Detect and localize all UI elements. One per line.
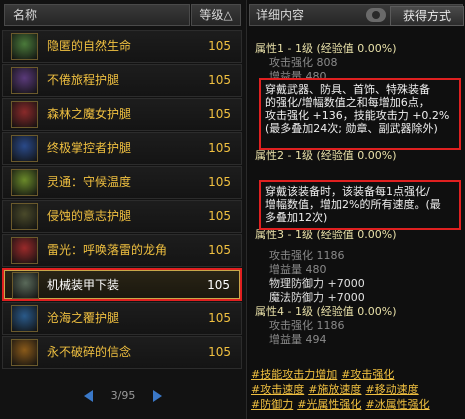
effect-text-line: 多叠加12次) bbox=[265, 211, 328, 224]
tag-link[interactable]: #施放速度 bbox=[308, 383, 361, 396]
effect-text-line: 攻击强化 +136，技能攻击力 +0.2% bbox=[265, 109, 450, 122]
item-list-panel: 名称 等级△ 隐匿的自然生命 105 不倦旅程护腿 105 森林之魔女护腿 105 终极掌控… bbox=[0, 0, 247, 419]
red-armor-icon bbox=[11, 101, 38, 128]
column-header-level[interactable]: 等级△ bbox=[191, 4, 241, 26]
effect-text-line: 增幅数值，增加2%的所有速度。(最 bbox=[265, 198, 441, 211]
blue-leg-icon bbox=[11, 305, 38, 332]
item-level: 105 bbox=[208, 39, 231, 53]
item-level: 105 bbox=[208, 209, 231, 223]
tag-row: #技能攻击力增加 #攻击强化 bbox=[251, 367, 463, 382]
item-level: 105 bbox=[208, 243, 231, 257]
list-item[interactable]: 灵通：守候温度 105 bbox=[2, 166, 242, 199]
dark-armor-icon bbox=[11, 203, 38, 230]
item-level: 105 bbox=[208, 73, 231, 87]
tag-row: #防御力 #光属性强化 #冰属性强化 bbox=[251, 397, 463, 412]
item-name: 终极掌控者护腿 bbox=[47, 141, 132, 155]
item-level: 105 bbox=[208, 175, 231, 189]
tag-link[interactable]: #冰属性强化 bbox=[365, 398, 429, 411]
green-armor-icon bbox=[11, 33, 38, 60]
orange-armor-icon bbox=[11, 339, 38, 366]
acquire-method-button[interactable]: 获得方式 bbox=[390, 6, 464, 26]
pager: 3/95 bbox=[0, 384, 246, 408]
red-horn-icon bbox=[11, 237, 38, 264]
attribute-line: 攻击强化 808 bbox=[269, 56, 338, 69]
list-item[interactable]: 沧海之覆护腿 105 bbox=[2, 302, 242, 335]
list-item[interactable]: 永不破碎的信念 105 bbox=[2, 336, 242, 369]
item-name: 沧海之覆护腿 bbox=[47, 311, 120, 325]
attribute-line: 物理防御力 +7000 bbox=[269, 277, 365, 290]
list-item[interactable]: 隐匿的自然生命 105 bbox=[2, 30, 242, 63]
detail-title: 详细内容 bbox=[256, 8, 305, 22]
list-item[interactable]: 机械装甲下装 105 bbox=[2, 268, 242, 301]
tag-link[interactable]: #移动速度 bbox=[365, 383, 418, 396]
item-name: 机械装甲下装 bbox=[47, 278, 120, 292]
attribute-line: 增益量 494 bbox=[269, 333, 327, 346]
item-list: 隐匿的自然生命 105 不倦旅程护腿 105 森林之魔女护腿 105 终极掌控者护腿 105 灵… bbox=[2, 30, 242, 370]
detail-panel: 详细内容 获得方式 攻击强化 1186属性3 - 1级 (经验值 0.00%)增… bbox=[249, 0, 465, 419]
item-name: 森林之魔女护腿 bbox=[47, 107, 132, 121]
list-item[interactable]: 雷光：呼唤落雷的龙角 105 bbox=[2, 234, 242, 267]
attribute-line: 增益量 480 bbox=[269, 263, 327, 276]
tag-link[interactable]: #光属性强化 bbox=[297, 398, 361, 411]
item-level: 105 bbox=[208, 311, 231, 325]
list-item[interactable]: 终极掌控者护腿 105 bbox=[2, 132, 242, 165]
attribute-line: 攻击强化 1186 bbox=[269, 319, 345, 332]
attribute-line: 攻击强化 1186 bbox=[269, 249, 345, 262]
prev-page-arrow-icon[interactable] bbox=[84, 390, 94, 402]
item-name: 不倦旅程护腿 bbox=[47, 73, 120, 87]
column-header-name[interactable]: 名称 bbox=[4, 4, 190, 26]
mech-armor-icon bbox=[12, 272, 39, 299]
item-name: 隐匿的自然生命 bbox=[47, 39, 132, 53]
list-item[interactable]: 不倦旅程护腿 105 bbox=[2, 64, 242, 97]
item-level: 105 bbox=[208, 141, 231, 155]
attribute-line: 魔法防御力 +7000 bbox=[269, 291, 365, 304]
tag-link[interactable]: #攻击速度 bbox=[251, 383, 304, 396]
item-level: 105 bbox=[208, 107, 231, 121]
item-level: 105 bbox=[207, 278, 230, 292]
item-name: 雷光：呼唤落雷的龙角 bbox=[47, 243, 168, 257]
list-item[interactable]: 侵蚀的意志护腿 105 bbox=[2, 200, 242, 233]
list-item[interactable]: 森林之魔女护腿 105 bbox=[2, 98, 242, 131]
item-name: 永不破碎的信念 bbox=[47, 345, 132, 359]
effect-text-line: 穿戴武器、防具、首饰、特殊装备 bbox=[265, 83, 430, 96]
item-name: 灵通：守候温度 bbox=[47, 175, 132, 189]
detail-header: 详细内容 获得方式 bbox=[249, 4, 464, 26]
effect-text-line: 的强化/增幅数值之和每增加6点， bbox=[265, 96, 430, 109]
tag-row: #攻击速度 #施放速度 #移动速度 bbox=[251, 382, 463, 397]
tag-list: #技能攻击力增加 #攻击强化 #攻击速度 #施放速度 #移动速度 #防御力 #光属性强化 #冰… bbox=[251, 367, 463, 412]
green-leg-icon bbox=[11, 169, 38, 196]
tag-link[interactable]: #防御力 bbox=[251, 398, 293, 411]
blue-armor-icon bbox=[11, 135, 38, 162]
tag-link[interactable]: #攻击强化 bbox=[341, 368, 394, 381]
item-level: 105 bbox=[208, 345, 231, 359]
effect-text-line: (最多叠加24次; 勋章、副武器除外) bbox=[265, 122, 438, 135]
next-page-arrow-icon[interactable] bbox=[152, 390, 162, 402]
attribute-heading: 属性4 - 1级 (经验值 0.00%) bbox=[255, 305, 397, 318]
item-name: 侵蚀的意志护腿 bbox=[47, 209, 132, 223]
purple-armor-icon bbox=[11, 67, 38, 94]
attribute-heading: 属性2 - 1级 (经验值 0.00%) bbox=[255, 149, 397, 162]
eye-icon[interactable] bbox=[366, 8, 386, 22]
effect-text-line: 穿戴该装备时，该装备每1点强化/ bbox=[265, 185, 430, 198]
highlight-box-2: 穿戴该装备时，该装备每1点强化/增幅数值，增加2%的所有速度。(最 多叠加12次) bbox=[259, 180, 461, 230]
highlight-box-1: 穿戴武器、防具、首饰、特殊装备 的强化/增幅数值之和每增加6点， 攻击强化 +136… bbox=[259, 78, 461, 150]
page-indicator: 3/95 bbox=[110, 389, 136, 402]
attribute-heading: 属性1 - 1级 (经验值 0.00%) bbox=[255, 42, 397, 55]
tag-link[interactable]: #技能攻击力增加 bbox=[251, 368, 337, 381]
